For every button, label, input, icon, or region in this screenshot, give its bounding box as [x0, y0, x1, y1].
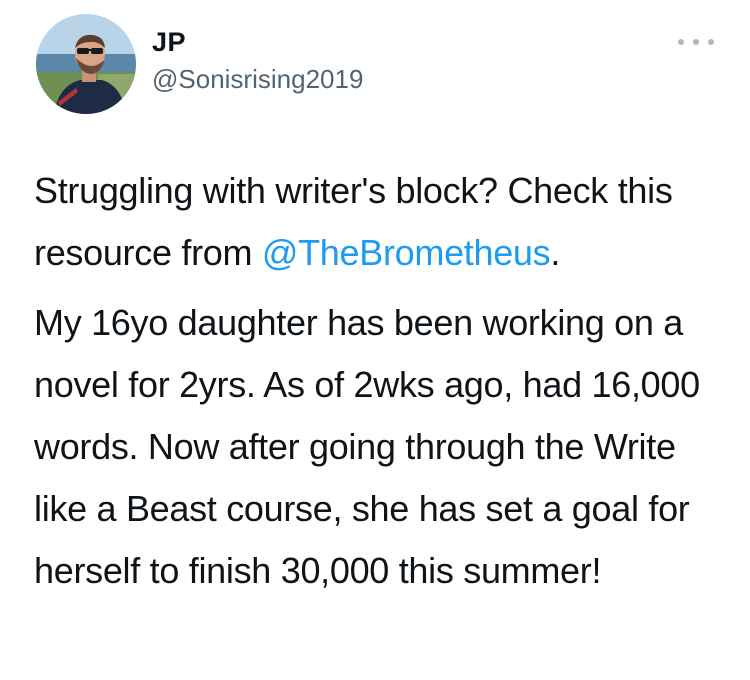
avatar-image	[36, 14, 136, 114]
user-handle[interactable]: @Sonisrising2019	[152, 63, 363, 95]
tweet-text: Struggling with writer's block? Check th…	[34, 160, 724, 602]
more-horizontal-icon-dot	[708, 39, 714, 45]
tweet-paragraph-1: Struggling with writer's block? Check th…	[34, 160, 724, 284]
display-name[interactable]: JP	[152, 26, 186, 58]
more-horizontal-icon	[678, 39, 684, 45]
tweet-paragraph-1-end: .	[550, 232, 561, 273]
tweet-card: JP @Sonisrising2019 Struggling with writ…	[0, 0, 750, 680]
more-horizontal-icon-dot	[693, 39, 699, 45]
more-options-button[interactable]	[678, 30, 714, 54]
tweet-paragraph-2: My 16yo daughter has been working on a n…	[34, 302, 700, 591]
avatar[interactable]	[36, 14, 136, 114]
mention-link[interactable]: @TheBrometheus	[262, 232, 551, 273]
